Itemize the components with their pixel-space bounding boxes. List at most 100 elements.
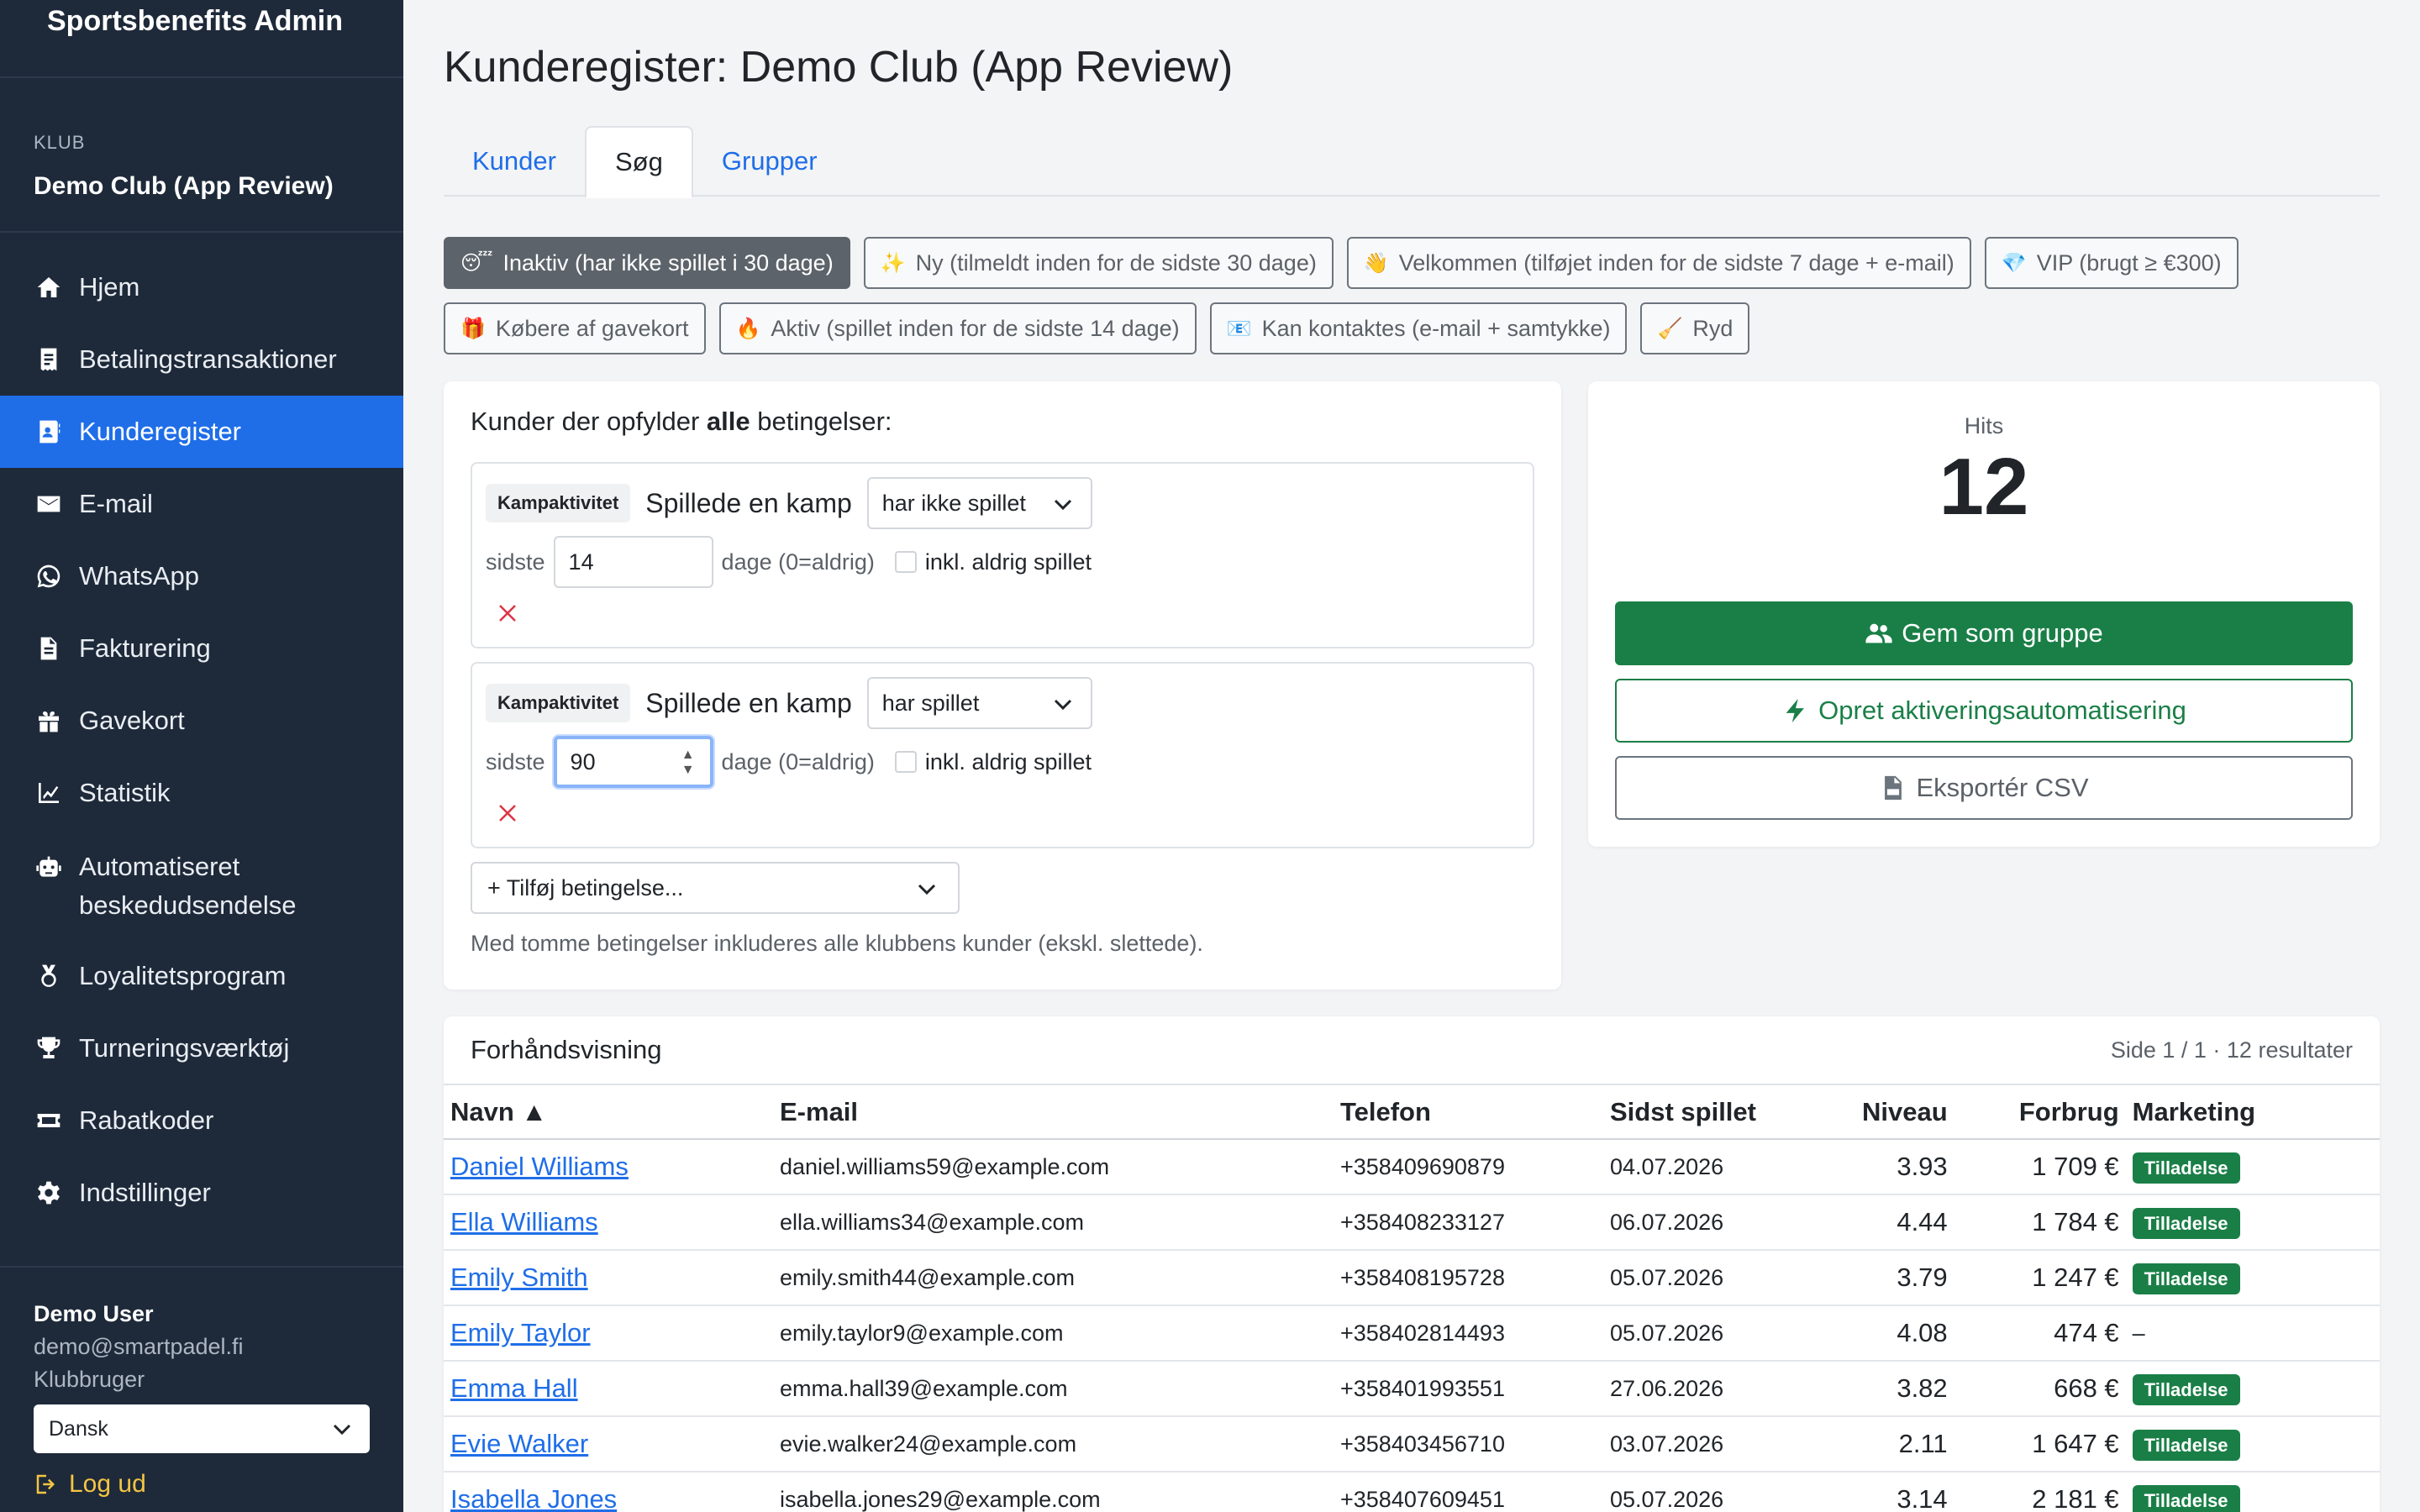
remove-condition-button[interactable] bbox=[497, 798, 518, 831]
cell-last-played: 06.07.2026 bbox=[1603, 1194, 1855, 1251]
preview-card: Forhåndsvisning Side 1 / 1 · 12 resultat… bbox=[444, 1016, 2380, 1512]
home-icon bbox=[34, 272, 64, 302]
heading-text: betingelser: bbox=[757, 407, 892, 436]
add-condition-label: + Tilføj betingelse... bbox=[487, 874, 684, 900]
chevron-down-icon bbox=[333, 1417, 351, 1441]
remove-condition-button[interactable] bbox=[497, 598, 518, 631]
sidebar-item-label: Rabatkoder bbox=[79, 1105, 214, 1135]
condition-box-2: Kampaktivitet Spillede en kamp har spill… bbox=[471, 662, 1534, 848]
column-header-phone[interactable]: Telefon bbox=[1334, 1085, 1603, 1140]
create-automation-button[interactable]: Opret aktiveringsautomatisering bbox=[1615, 679, 2353, 743]
condition-days-row: sidste 14 dage (0=aldrig) inkl. aldrig s… bbox=[486, 536, 1092, 588]
customer-name-link[interactable]: Emily Taylor bbox=[450, 1318, 591, 1347]
tab-sog[interactable]: Søg bbox=[584, 126, 693, 198]
cell-phone: +358402814493 bbox=[1334, 1305, 1603, 1362]
column-header-email[interactable]: E-mail bbox=[773, 1085, 1334, 1140]
sidebar-item-e-mail[interactable]: E-mail bbox=[0, 468, 403, 540]
spinner-arrows-icon[interactable]: ▲ ▼ bbox=[681, 748, 695, 778]
tab-kunder[interactable]: Kunder bbox=[444, 126, 585, 197]
customer-name-link[interactable]: Daniel Williams bbox=[450, 1152, 629, 1181]
language-select[interactable]: Dansk bbox=[34, 1404, 370, 1453]
cell-last-played: 27.06.2026 bbox=[1603, 1361, 1855, 1417]
preset-contactable-button[interactable]: 📧 Kan kontaktes (e-mail + samtykke) bbox=[1209, 302, 1628, 354]
invoice-icon bbox=[34, 633, 64, 664]
logout-link[interactable]: Log ud bbox=[34, 1470, 370, 1499]
preset-new-button[interactable]: ✨ Ny (tilmeldt inden for de sidste 30 da… bbox=[863, 237, 1334, 289]
customer-name-link[interactable]: Ella Williams bbox=[450, 1207, 598, 1236]
customer-name-link[interactable]: Emily Smith bbox=[450, 1263, 588, 1292]
include-never-checkbox[interactable] bbox=[894, 551, 917, 573]
gear-icon bbox=[34, 1178, 64, 1208]
customer-name-link[interactable]: Evie Walker bbox=[450, 1429, 588, 1458]
column-header-spend[interactable]: Forbrug bbox=[1954, 1085, 2126, 1140]
condition-field: Spillede en kamp bbox=[645, 487, 852, 518]
hits-label: Hits bbox=[1964, 413, 2004, 438]
sidebar-item-indstillinger[interactable]: Indstillinger bbox=[0, 1157, 403, 1229]
sidebar-item-loyalitetsprogram[interactable]: Loyalitetsprogram bbox=[0, 940, 403, 1012]
cell-spend: 474 € bbox=[1954, 1305, 2126, 1362]
operator-value: har ikke spillet bbox=[881, 490, 1026, 516]
save-group-button[interactable]: Gem som gruppe bbox=[1615, 601, 2353, 665]
days-input[interactable]: 14 bbox=[553, 536, 713, 588]
sidebar-item-label: Automatiseret beskedudsendelse bbox=[79, 852, 297, 920]
condition-field: Spillede en kamp bbox=[645, 687, 852, 718]
days-input[interactable]: 90 ▲ ▼ bbox=[553, 736, 713, 788]
tab-grupper[interactable]: Grupper bbox=[693, 126, 846, 197]
preset-label: Velkommen (tilføjet inden for de sidste … bbox=[1398, 249, 1954, 276]
customer-name-link[interactable]: Isabella Jones bbox=[450, 1484, 617, 1512]
preset-label: Inaktiv (har ikke spillet i 30 dage) bbox=[502, 249, 834, 276]
preset-welcome-button[interactable]: 👋 Velkommen (tilføjet inden for de sidst… bbox=[1346, 237, 1971, 289]
sidebar-item-label: Kunderegister bbox=[79, 417, 242, 446]
operator-select[interactable]: har ikke spillet bbox=[866, 477, 1092, 529]
sidebar-item-hjem[interactable]: Hjem bbox=[0, 251, 403, 323]
sidebar-item-turneringsvaerktoj[interactable]: Turneringsværktøj bbox=[0, 1012, 403, 1084]
preset-inactive-button[interactable]: 😴 Inaktiv (har ikke spillet i 30 dage) bbox=[444, 237, 850, 289]
cell-phone: +358408195728 bbox=[1334, 1250, 1603, 1306]
cell-name: Daniel Williams bbox=[444, 1139, 773, 1195]
cell-phone: +358409690879 bbox=[1334, 1139, 1603, 1195]
include-never-checkbox[interactable] bbox=[894, 751, 917, 773]
preset-vip-button[interactable]: 💎 VIP (brugt ≥ €300) bbox=[1984, 237, 2238, 289]
sidebar-item-rabatkoder[interactable]: Rabatkoder bbox=[0, 1084, 403, 1157]
column-header-marketing[interactable]: Marketing bbox=[2125, 1085, 2380, 1140]
operator-select[interactable]: har spillet bbox=[866, 677, 1092, 729]
marketing-status-badge: Tilladelse bbox=[2132, 1484, 2240, 1512]
sidebar-item-kunderegister[interactable]: Kunderegister bbox=[0, 396, 403, 468]
marketing-status-badge: Tilladelse bbox=[2132, 1263, 2240, 1294]
sidebar-item-statistik[interactable]: Statistik bbox=[0, 757, 403, 829]
cell-marketing: Tilladelse bbox=[2125, 1472, 2380, 1512]
cell-level: 3.93 bbox=[1855, 1139, 1954, 1195]
logout-label: Log ud bbox=[69, 1470, 146, 1498]
table-row: Emily Taylor emily.taylor9@example.com +35… bbox=[444, 1305, 2380, 1362]
csv-file-icon bbox=[1885, 775, 1902, 801]
conditions-card: Kunder der opfylder alle betingelser: Ka… bbox=[444, 381, 1561, 990]
column-header-level[interactable]: Niveau bbox=[1855, 1085, 1954, 1140]
sidebar-item-whatsapp[interactable]: WhatsApp bbox=[0, 540, 403, 612]
days-suffix: dage (0=aldrig) bbox=[721, 748, 875, 774]
table-row: Daniel Williams daniel.williams59@example… bbox=[444, 1139, 2380, 1195]
export-csv-button[interactable]: Eksportér CSV bbox=[1615, 756, 2353, 820]
sidebar-item-gavekort[interactable]: Gavekort bbox=[0, 685, 403, 757]
chevron-down-icon bbox=[918, 875, 936, 901]
last-label: sidste bbox=[486, 748, 545, 774]
customer-name-link[interactable]: Emma Hall bbox=[450, 1373, 578, 1403]
sidebar-item-automatiseret-beskedudsendelse[interactable]: Automatiseret beskedudsendelse bbox=[0, 829, 403, 940]
sidebar-item-betalingstransaktioner[interactable]: Betalingstransaktioner bbox=[0, 323, 403, 396]
cell-email: daniel.williams59@example.com bbox=[773, 1139, 1334, 1195]
preset-label: Aktiv (spillet inden for de sidste 14 da… bbox=[771, 315, 1180, 341]
preview-title: Forhåndsvisning bbox=[471, 1035, 662, 1064]
club-label: KLUB bbox=[34, 132, 86, 153]
column-header-name[interactable]: Navn ▲ bbox=[444, 1085, 773, 1140]
cell-level: 4.44 bbox=[1855, 1194, 1954, 1251]
add-condition-select[interactable]: + Tilføj betingelse... bbox=[471, 862, 960, 914]
operator-value: har spillet bbox=[881, 690, 980, 716]
sidebar-item-fakturering[interactable]: Fakturering bbox=[0, 612, 403, 685]
preset-active-button[interactable]: 🔥 Aktiv (spillet inden for de sidste 14 … bbox=[718, 302, 1197, 354]
column-header-last-played[interactable]: Sidst spillet bbox=[1603, 1085, 1855, 1140]
preset-label: VIP (brugt ≥ €300) bbox=[2036, 249, 2222, 276]
cell-phone: +358403456710 bbox=[1334, 1416, 1603, 1473]
preset-clear-button[interactable]: 🧹 Ryd bbox=[1640, 302, 1750, 354]
preset-giftcard-buyers-button[interactable]: 🎁 Købere af gavekort bbox=[444, 302, 706, 354]
cell-email: isabella.jones29@example.com bbox=[773, 1472, 1334, 1512]
close-icon bbox=[499, 805, 516, 822]
